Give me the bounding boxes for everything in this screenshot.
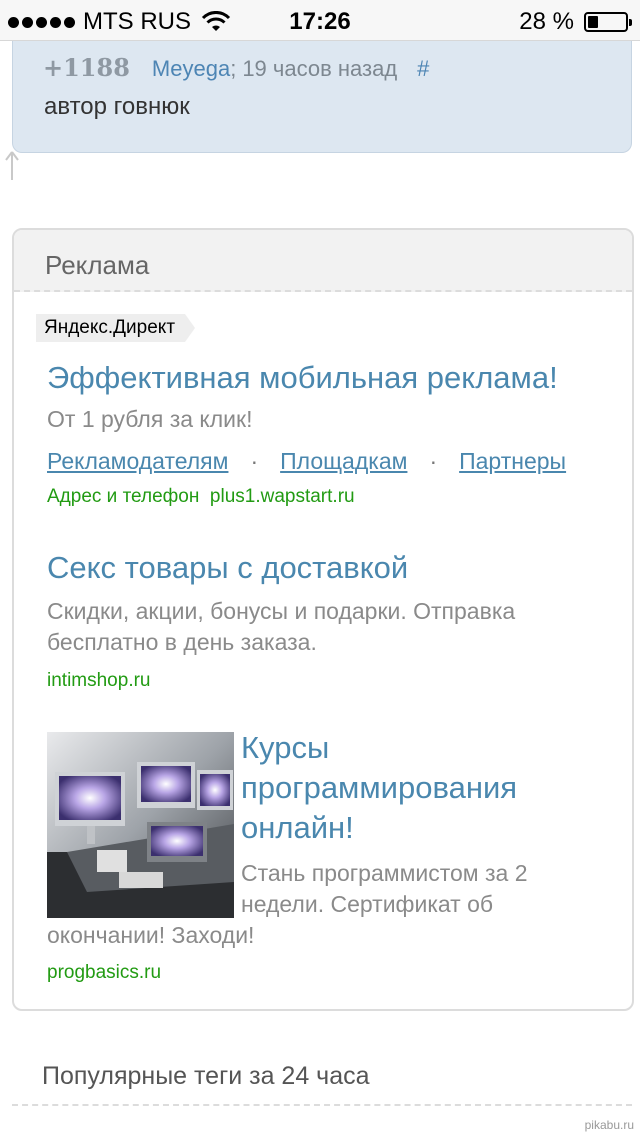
computers-photo	[47, 732, 234, 918]
ad-domain[interactable]: plus1.wapstart.ru	[210, 486, 355, 507]
ad-link-advertisers[interactable]: Рекламодателям	[47, 448, 228, 475]
comment-anchor-link[interactable]: #	[417, 56, 429, 82]
battery-fill	[588, 16, 598, 28]
ad-link-platforms[interactable]: Площадкам	[280, 448, 407, 475]
ads-header: Реклама	[14, 230, 632, 292]
ad-description-line: Скидки, акции, бонусы и подарки. Отправк…	[47, 598, 516, 624]
ad-item: Эффективная мобильная реклама!	[47, 358, 558, 398]
arrow-up-icon[interactable]	[4, 150, 20, 182]
ad-domain[interactable]: progbasics.ru	[47, 962, 161, 984]
battery-icon	[584, 12, 632, 32]
ads-section: Реклама Яндекс.Директ Эффективная мобиль…	[12, 228, 634, 1011]
comment-author-link[interactable]: Meyega	[152, 56, 230, 82]
watermark: pikabu.ru	[584, 1118, 634, 1132]
link-separator: ·	[429, 448, 438, 474]
ad-description: От 1 рубля за клик!	[47, 406, 253, 432]
link-separator: ·	[250, 448, 259, 474]
ad-description-line: недели. Сертификат об	[241, 891, 494, 917]
ad-description-line: окончании! Заходи!	[47, 922, 255, 948]
battery-percent: 28 %	[519, 8, 574, 35]
ad-description-line: Стань программистом за 2	[241, 860, 528, 886]
popular-tags-title: Популярные теги за 24 часа	[42, 1062, 370, 1090]
status-bar: MTS RUS 17:26 28 %	[0, 0, 640, 41]
ad-domain[interactable]: intimshop.ru	[47, 670, 151, 692]
ad-title-link[interactable]: Курсы	[241, 728, 329, 768]
ad-title-link[interactable]: Секс товары с доставкой	[47, 548, 408, 588]
comment-time: 19 часов назад	[242, 56, 398, 81]
ads-title: Реклама	[45, 250, 150, 280]
ad-description-line: бесплатно в день заказа.	[47, 629, 317, 655]
ad-title-link[interactable]: программирования	[241, 768, 517, 808]
divider	[12, 1104, 632, 1106]
ad-link-partners[interactable]: Партнеры	[459, 448, 566, 475]
comment-text: автор говнюк	[44, 93, 190, 120]
ad-sitelinks: Рекламодателям · Площадкам · Партнеры	[47, 448, 566, 475]
comment-meta: +1188 Meyega ; 19 часов назад #	[43, 53, 429, 82]
ad-title-link[interactable]: Эффективная мобильная реклама!	[47, 358, 558, 398]
ad-title-link[interactable]: онлайн!	[241, 808, 354, 848]
comment-rating: +1188	[43, 53, 130, 82]
ad-contact-link[interactable]: Адрес и телефон	[47, 486, 199, 507]
meta-separator: ;	[230, 56, 237, 81]
ad-url-row: Адрес и телефон plus1.wapstart.ru	[47, 486, 355, 508]
yandex-direct-badge[interactable]: Яндекс.Директ	[36, 314, 196, 342]
ad-image[interactable]	[47, 732, 234, 918]
comment-block: +1188 Meyega ; 19 часов назад # автор го…	[12, 41, 632, 153]
